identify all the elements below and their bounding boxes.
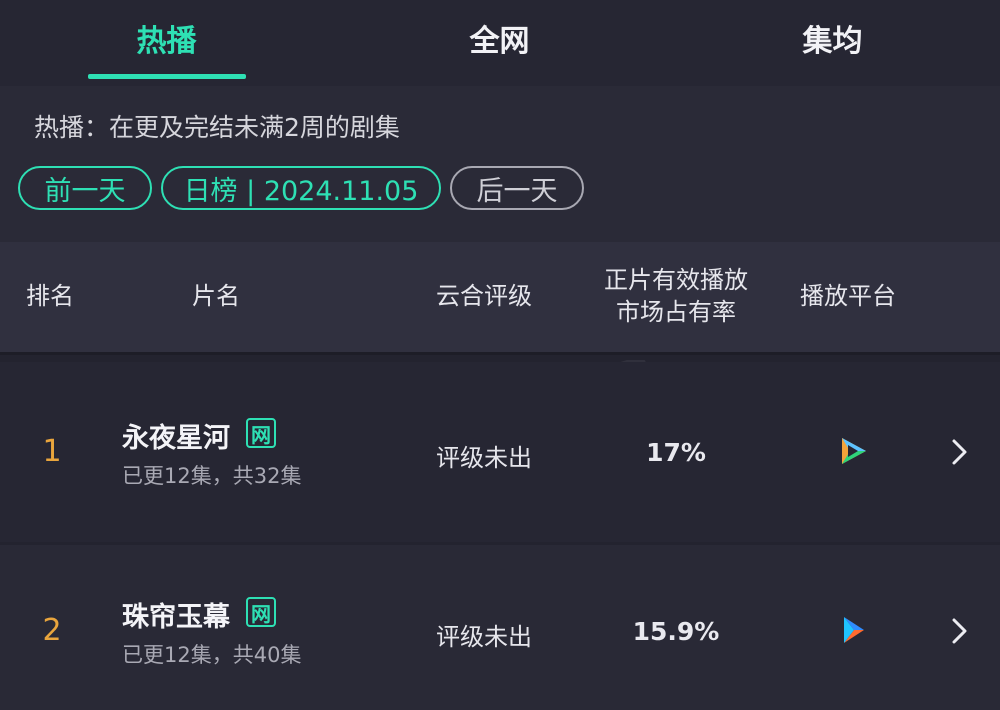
header-platform: 播放平台 — [800, 282, 896, 310]
active-tab-indicator — [88, 74, 246, 79]
date-selector-button[interactable]: 日榜 | 2024.11.05 — [161, 166, 441, 210]
episode-progress: 已更12集，共40集 — [122, 643, 302, 667]
market-share: 17% — [646, 438, 706, 467]
previous-day-button[interactable]: 前一天 — [18, 166, 152, 210]
youku-play-icon — [844, 617, 864, 643]
tab-bar: 热播 全网 集均 — [0, 0, 1000, 86]
tab-all-network[interactable]: 全网 — [333, 0, 666, 86]
episode-progress: 已更12集，共32集 — [122, 464, 302, 488]
show-title: 永夜星河 — [122, 423, 230, 454]
chevron-right-icon[interactable] — [950, 617, 970, 645]
table-header: 排名 片名 云合评级 正片有效播放 市场占有率 播放平台 — [0, 242, 1000, 352]
header-share-line1: 正片有效播放 — [604, 266, 748, 294]
show-title: 珠帘玉幕 — [122, 602, 230, 633]
iqiyi-play-icon — [842, 438, 866, 464]
rating-status: 评级未出 — [436, 444, 532, 472]
chevron-right-icon[interactable] — [950, 438, 970, 466]
table-row[interactable]: 1 永夜星河 网 已更12集，共32集 评级未出 17% — [0, 362, 1000, 542]
filter-panel: 热播：在更及完结未满2周的剧集 前一天 日榜 | 2024.11.05 后一天 — [0, 86, 1000, 242]
next-day-button[interactable]: 后一天 — [450, 166, 584, 210]
table-row[interactable]: 2 珠帘玉幕 网 已更12集，共40集 评级未出 15.9% — [0, 545, 1000, 710]
rating-status: 评级未出 — [436, 623, 532, 651]
market-share: 15.9% — [632, 617, 720, 646]
header-share: 正片有效播放 市场占有率 — [600, 264, 752, 328]
header-title: 片名 — [192, 282, 240, 310]
header-share-line2: 市场占有率 — [616, 298, 736, 326]
rank-number: 1 — [42, 434, 62, 469]
rank-number: 2 — [42, 613, 62, 648]
ranking-description: 热播：在更及完结未满2周的剧集 — [34, 113, 400, 142]
header-divider — [0, 352, 1000, 355]
header-rank: 排名 — [26, 282, 74, 310]
header-rating: 云合评级 — [436, 282, 532, 310]
network-badge: 网 — [246, 418, 276, 448]
network-badge: 网 — [246, 597, 276, 627]
tab-episode-average[interactable]: 集均 — [666, 0, 999, 86]
